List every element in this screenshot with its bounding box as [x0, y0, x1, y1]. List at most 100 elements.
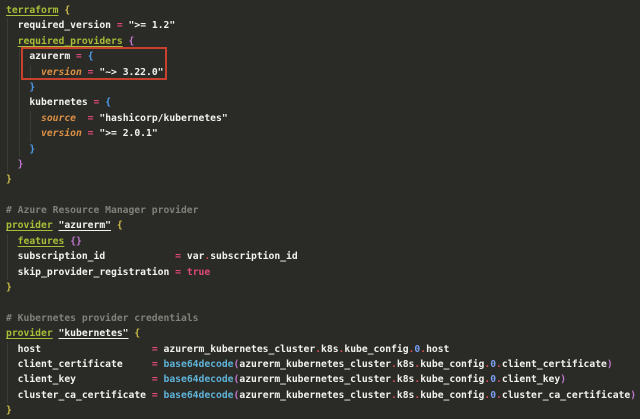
tok-plain: [6, 267, 18, 278]
code-line[interactable]: }: [6, 172, 640, 187]
code-line[interactable]: # Azure Resource Manager provider: [6, 203, 640, 218]
tok-plain: [6, 390, 18, 401]
tok-b2: ): [630, 389, 637, 401]
tok-fn: base64decode: [163, 389, 234, 401]
tok-attr: cluster_ca_certificate: [17, 389, 146, 401]
code-line[interactable]: [6, 295, 640, 310]
code-line[interactable]: version = "~> 3.22.0": [6, 65, 640, 80]
code-line[interactable]: source = "hashicorp/kubernetes": [6, 111, 640, 126]
code-line[interactable]: }: [6, 80, 640, 95]
tok-attr: host: [17, 343, 42, 355]
tok-plain: kube_config: [344, 343, 409, 355]
tok-kw: provider: [6, 220, 53, 232]
code-lines: terraform { required_version = ">= 1.2" …: [6, 3, 640, 419]
code-line[interactable]: # Kubernetes provider credentials: [6, 311, 640, 326]
tok-plain: client_certificate: [501, 358, 607, 370]
tok-plain: azurerm_kubernetes_cluster: [239, 389, 392, 401]
tok-attr: skip_provider_registration: [17, 266, 170, 278]
tok-b3: }: [29, 81, 36, 93]
tok-plain: [6, 128, 41, 139]
tok-str: ">= 1.2": [128, 20, 176, 32]
tok-str: "~> 3.22.0": [99, 66, 164, 78]
tok-plain: [6, 144, 29, 155]
tok-plain: subscription_id: [210, 251, 298, 263]
tok-plain: cluster_ca_certificate: [501, 389, 631, 401]
tok-plain: azurerm_kubernetes_cluster: [239, 374, 392, 386]
code-line[interactable]: provider "kubernetes" {: [6, 326, 640, 341]
tok-plain: [41, 344, 152, 355]
code-line[interactable]: }: [6, 157, 640, 172]
code-line[interactable]: terraform {: [6, 3, 640, 18]
tok-plain: [76, 113, 88, 124]
tok-plain: [6, 359, 18, 370]
tok-attr: required_version: [17, 20, 111, 32]
tok-plain: [6, 113, 41, 124]
tok-com: # Kubernetes provider credentials: [6, 312, 199, 324]
tok-plain: k8s: [396, 358, 415, 370]
tok-b3: {: [105, 97, 112, 109]
tok-plain: [6, 36, 18, 47]
tok-strU: "kubernetes": [58, 328, 129, 340]
tok-bool: true: [186, 266, 211, 278]
tok-attr: azurerm: [29, 51, 71, 63]
tok-plain: k8s: [396, 374, 415, 386]
code-line[interactable]: features {}: [6, 234, 640, 249]
code-line[interactable]: }: [6, 280, 640, 295]
code-editor[interactable]: terraform { required_version = ">= 1.2" …: [0, 0, 640, 416]
tok-plain: [6, 82, 29, 93]
tok-plain: k8s: [321, 343, 339, 355]
tok-attr: client_key: [17, 374, 76, 386]
tok-attr: subscription_id: [17, 251, 106, 263]
tok-b2: }: [17, 158, 24, 170]
tok-b3: {: [87, 51, 94, 63]
code-line[interactable]: required_providers {: [6, 34, 640, 49]
tok-b1: }: [6, 174, 12, 186]
code-line[interactable]: azurerm = {: [6, 49, 640, 64]
tok-plain: [123, 359, 152, 370]
tok-plain: [76, 374, 152, 385]
tok-plain: [6, 67, 41, 78]
tok-plain: var: [186, 251, 205, 263]
tok-kw: terraform: [6, 5, 59, 16]
tok-b1: {: [64, 5, 71, 16]
code-line[interactable]: subscription_id = var.subscription_id: [6, 249, 640, 264]
code-line[interactable]: version = ">= 2.0.1": [6, 126, 640, 141]
tok-attr: client_certificate: [17, 358, 123, 370]
code-line[interactable]: skip_provider_registration = true: [6, 265, 640, 280]
code-line[interactable]: kubernetes = {: [6, 95, 640, 110]
tok-param: source: [41, 112, 76, 124]
code-line[interactable]: cluster_ca_certificate = base64decode(az…: [6, 388, 640, 403]
tok-plain: [6, 51, 29, 62]
tok-plain: azurerm_kubernetes_cluster: [239, 358, 392, 370]
tok-b1: }: [6, 282, 12, 294]
code-line[interactable]: client_certificate = base64decode(azurer…: [6, 357, 640, 372]
code-line[interactable]: required_version = ">= 1.2": [6, 18, 640, 33]
tok-plain: [6, 159, 18, 170]
code-line[interactable]: client_key = base64decode(azurerm_kubern…: [6, 372, 640, 387]
tok-kw: required_providers: [17, 35, 123, 47]
tok-plain: [6, 236, 18, 247]
tok-plain: kube_config: [420, 358, 485, 370]
tok-str: ">= 2.0.1": [99, 128, 158, 140]
code-line[interactable]: }: [6, 142, 640, 157]
tok-b3: }: [29, 143, 36, 155]
tok-plain: azurerm_kubernetes_cluster: [163, 343, 316, 355]
tok-com: # Azure Resource Manager provider: [6, 205, 199, 217]
tok-plain: [6, 97, 29, 108]
tok-b1: {: [134, 328, 141, 340]
code-line[interactable]: [6, 188, 640, 203]
tok-strU: "azurerm": [58, 220, 112, 232]
tok-b2: ): [560, 374, 567, 386]
tok-plain: kube_config: [420, 374, 485, 386]
tok-attr: kubernetes: [29, 97, 88, 109]
tok-b2: ): [606, 358, 613, 370]
code-line[interactable]: host = azurerm_kubernetes_cluster.k8s.ku…: [6, 342, 640, 357]
tok-plain: [6, 251, 18, 262]
tok-b2: {: [128, 35, 135, 47]
tok-plain: [6, 344, 18, 355]
tok-b1: {: [116, 220, 123, 232]
tok-fn: base64decode: [163, 358, 234, 370]
code-line[interactable]: provider "azurerm" {: [6, 218, 640, 233]
code-line[interactable]: }: [6, 403, 640, 418]
tok-plain: k8s: [396, 389, 415, 401]
